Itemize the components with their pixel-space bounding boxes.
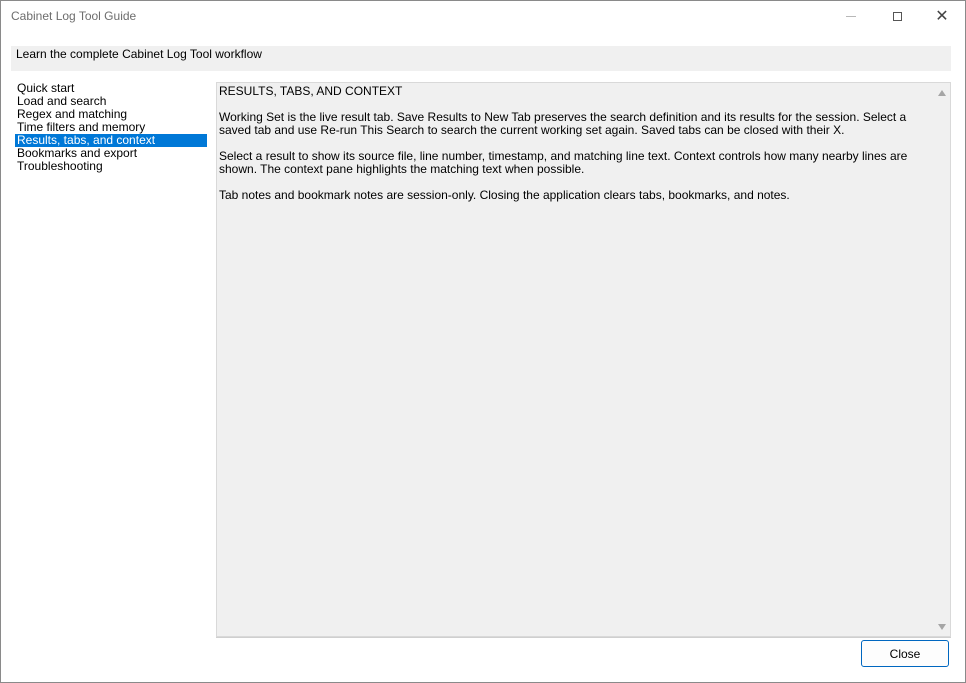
content-text: RESULTS, TABS, AND CONTEXT Working Set i… (219, 85, 931, 215)
content-pane[interactable]: RESULTS, TABS, AND CONTEXT Working Set i… (216, 82, 951, 637)
topic-list[interactable]: Quick start Load and search Regex and ma… (15, 82, 207, 638)
window-title: Cabinet Log Tool Guide (11, 9, 137, 23)
minimize-button[interactable] (828, 1, 874, 31)
close-button[interactable]: Close (861, 640, 949, 667)
header-band: Learn the complete Cabinet Log Tool work… (11, 46, 951, 71)
scroll-up-arrow-icon[interactable] (938, 90, 946, 96)
content-heading: RESULTS, TABS, AND CONTEXT (219, 84, 403, 98)
maximize-icon (892, 11, 902, 21)
vertical-scrollbar[interactable] (934, 83, 950, 636)
title-bar[interactable]: Cabinet Log Tool Guide ✕ (1, 1, 965, 31)
scroll-down-arrow-icon[interactable] (938, 624, 946, 630)
content-paragraph: Tab notes and bookmark notes are session… (219, 188, 790, 202)
content-paragraph: Working Set is the live result tab. Save… (219, 110, 907, 137)
topic-item-troubleshooting[interactable]: Troubleshooting (15, 160, 207, 173)
header-text: Learn the complete Cabinet Log Tool work… (16, 47, 262, 61)
maximize-button[interactable] (874, 1, 920, 31)
close-icon: ✕ (935, 6, 949, 25)
guide-window: Cabinet Log Tool Guide ✕ Learn the compl… (0, 0, 966, 683)
minimize-icon (846, 15, 856, 17)
content-paragraph: Select a result to show its source file,… (219, 149, 908, 176)
divider (216, 637, 951, 638)
window-close-button[interactable]: ✕ (919, 1, 965, 31)
